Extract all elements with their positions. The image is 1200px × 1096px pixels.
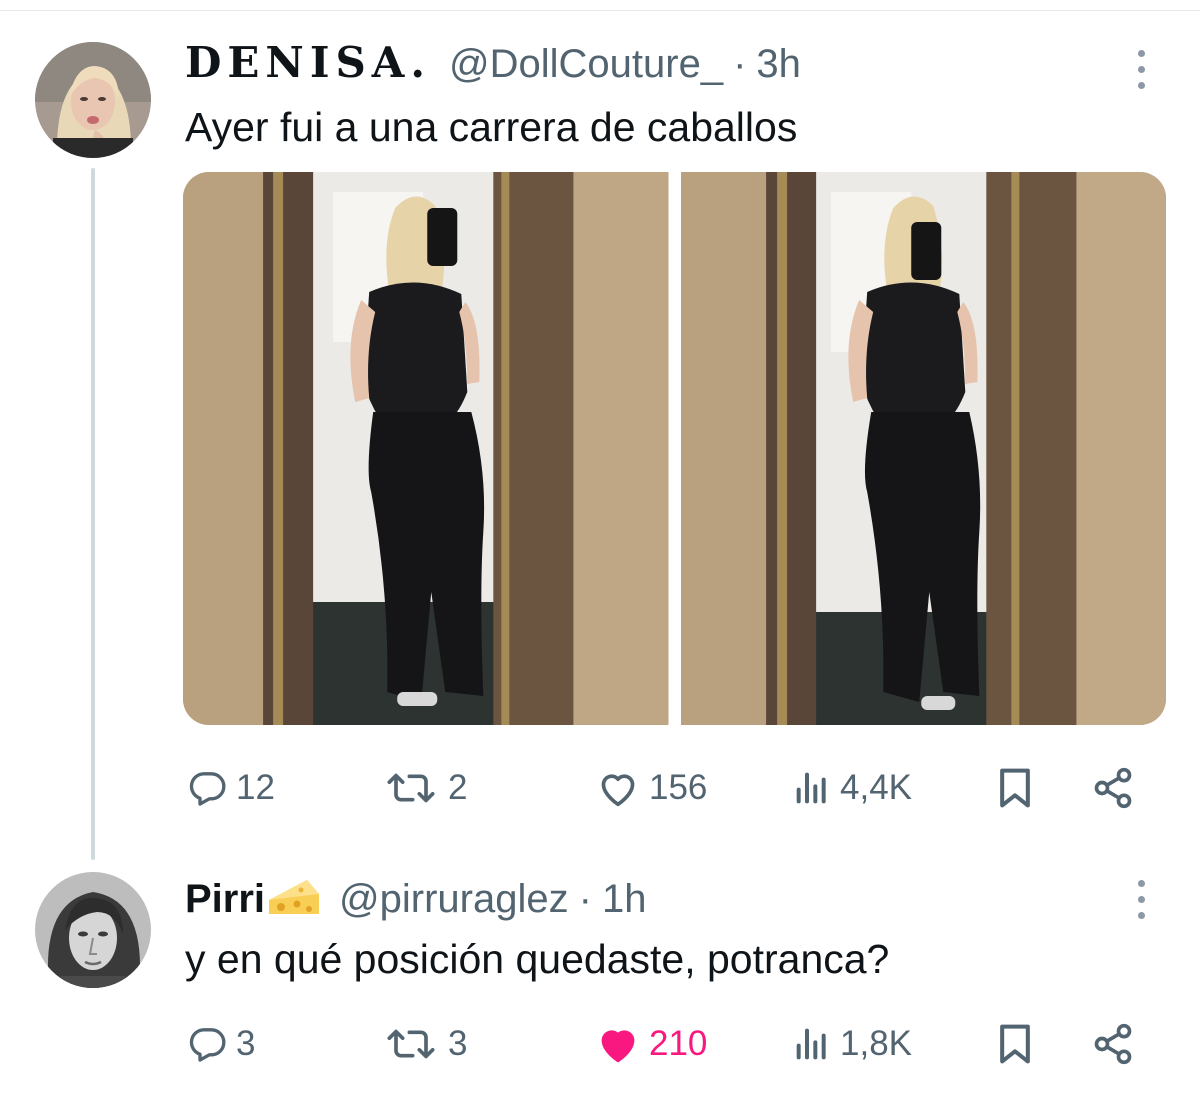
analytics-icon: [796, 772, 826, 804]
reply-button[interactable]: 3: [188, 1014, 255, 1074]
like-button[interactable]: 156: [595, 758, 707, 818]
cheese-emoji-icon: [269, 880, 320, 914]
reply-icon: [189, 772, 226, 806]
more-options-icon[interactable]: [1131, 50, 1151, 89]
share-icon: [1094, 767, 1132, 809]
share-button[interactable]: [1090, 758, 1136, 818]
reply-icon: [189, 1028, 226, 1062]
avatar[interactable]: [35, 42, 151, 158]
separator: ·: [578, 877, 592, 921]
heart-filled-icon: [601, 1030, 635, 1063]
views-button[interactable]: 1,8K: [792, 1014, 912, 1074]
tweet-actions: 3 3 210 1,8K: [0, 1014, 1200, 1074]
timestamp[interactable]: 3h: [756, 42, 801, 87]
tweet-header: Pirri @pirruraglez · 1h: [185, 870, 646, 922]
media-photo-2[interactable]: [680, 172, 1166, 725]
repost-count: 2: [448, 768, 468, 807]
avatar[interactable]: [35, 872, 151, 988]
more-options-icon[interactable]: [1131, 880, 1151, 919]
repost-button[interactable]: 3: [382, 1014, 467, 1074]
repost-button[interactable]: 2: [382, 758, 467, 818]
user-handle[interactable]: @pirruraglez: [339, 877, 569, 922]
tweet-text: Ayer fui a una carrera de caballos: [185, 104, 798, 150]
reply-count: 3: [236, 1024, 256, 1063]
bookmark-icon: [1000, 1024, 1030, 1064]
tweet-text: y en qué posición quedaste, potranca?: [185, 936, 890, 982]
repost-icon: [387, 1029, 435, 1059]
like-count: 210: [649, 1024, 708, 1063]
thread-view: DENISA. @DollCouture_ · 3h Ayer fui a un…: [0, 0, 1200, 1096]
view-count: 1,8K: [840, 1024, 912, 1063]
views-button[interactable]: 4,4K: [792, 758, 912, 818]
display-name[interactable]: DENISA.: [185, 38, 431, 87]
repost-icon: [387, 773, 435, 803]
media-grid[interactable]: [183, 172, 1166, 725]
media-photo-1[interactable]: [183, 172, 669, 725]
tweet-header: DENISA. @DollCouture_ · 3h: [185, 38, 801, 87]
mirror-selfie-photo-icon: [183, 172, 669, 725]
bookmark-button[interactable]: [995, 758, 1035, 818]
view-count: 4,4K: [840, 768, 912, 807]
profile-photo-woman: [35, 42, 151, 158]
profile-photo-man: [35, 872, 151, 988]
heart-icon: [601, 774, 635, 807]
reply-button[interactable]: 12: [188, 758, 275, 818]
repost-count: 3: [448, 1024, 468, 1063]
like-count: 156: [649, 768, 708, 807]
mirror-selfie-photo-icon: [680, 172, 1166, 725]
tweet-actions: 12 2 156 4,4K: [0, 758, 1200, 818]
bookmark-icon: [1000, 768, 1030, 808]
display-name[interactable]: Pirri: [185, 877, 265, 922]
share-icon: [1094, 1023, 1132, 1065]
analytics-icon: [796, 1028, 826, 1060]
bookmark-button[interactable]: [995, 1014, 1035, 1074]
reply-count: 12: [236, 768, 275, 807]
user-handle[interactable]: @DollCouture_: [449, 42, 723, 87]
thread-connector: [91, 168, 95, 860]
timestamp[interactable]: 1h: [602, 877, 647, 922]
like-button[interactable]: 210: [595, 1014, 707, 1074]
share-button[interactable]: [1090, 1014, 1136, 1074]
divider: [0, 10, 1200, 11]
separator: ·: [733, 42, 747, 86]
